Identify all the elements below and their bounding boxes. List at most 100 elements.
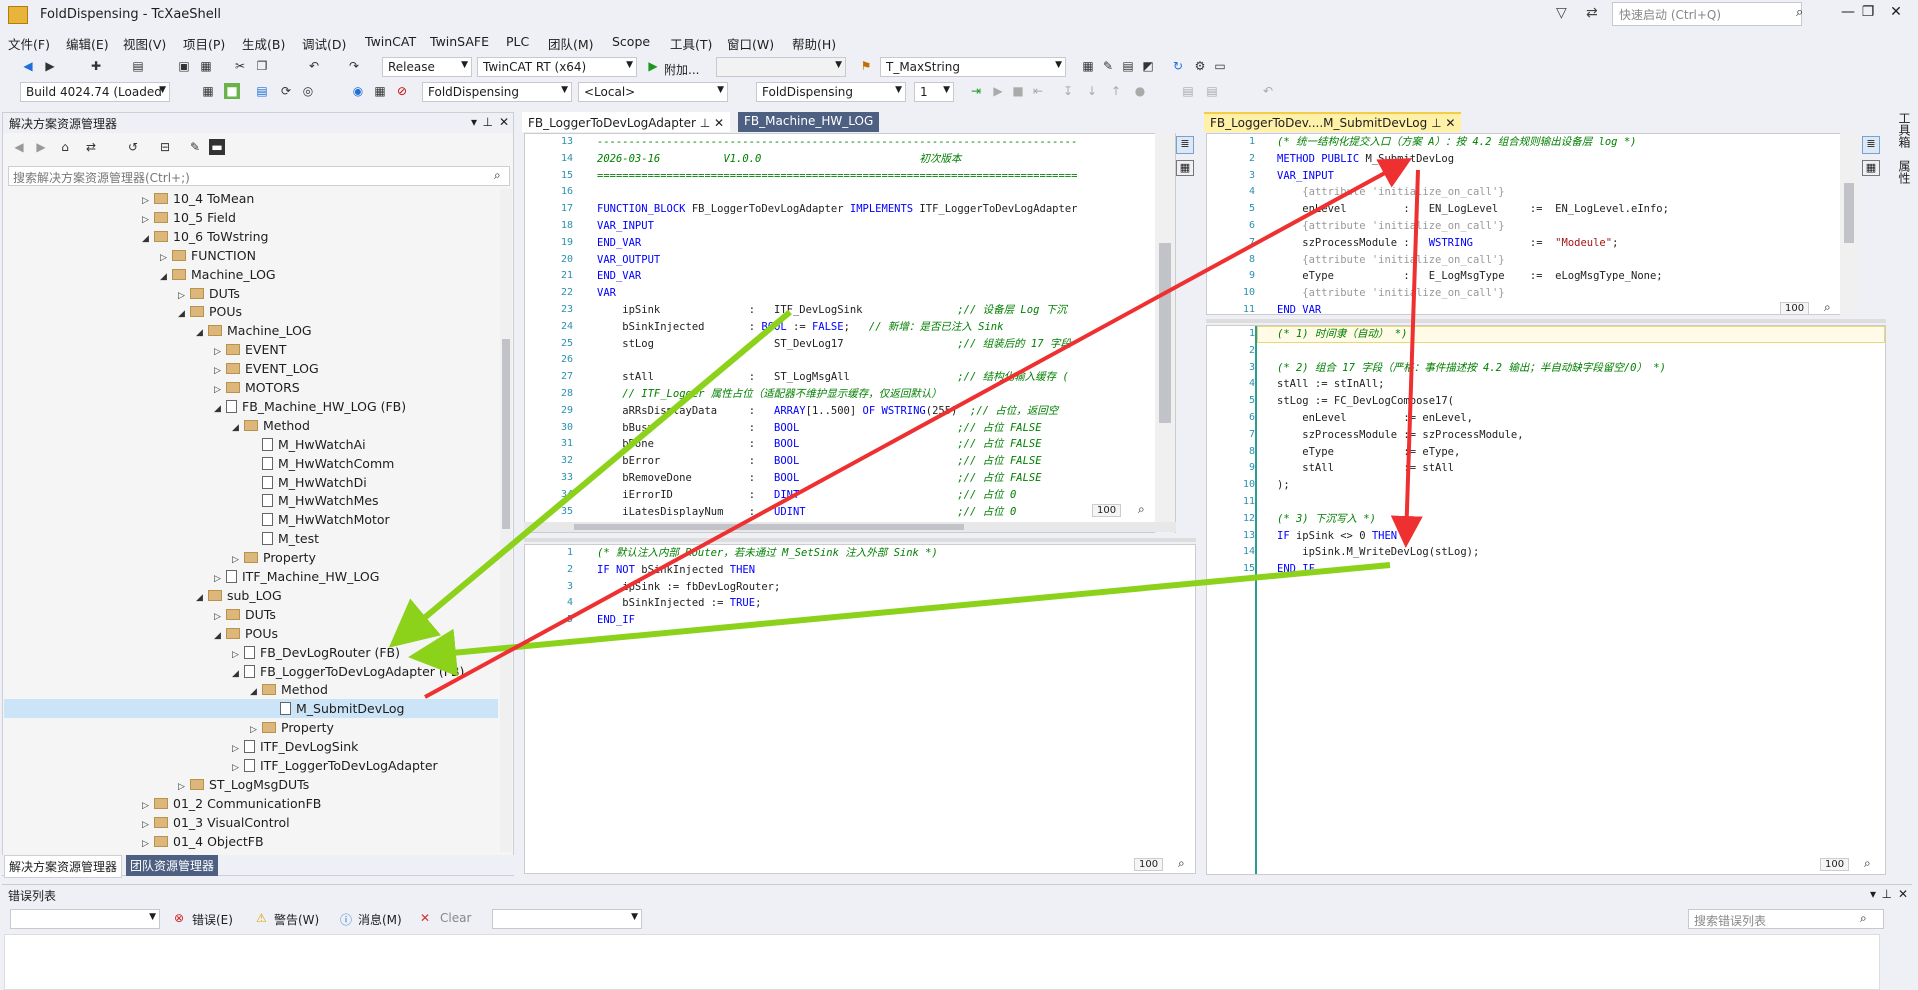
- menu-tools[interactable]: 工具(T): [670, 34, 712, 53]
- error-search-input[interactable]: 搜索错误列表: [1688, 909, 1884, 929]
- tree-item[interactable]: ▷ EVENT_LOG: [4, 359, 498, 378]
- menu-debug[interactable]: 调试(D): [302, 34, 346, 53]
- clear-button[interactable]: Clear: [440, 911, 471, 925]
- zoom-level[interactable]: 100: [1134, 858, 1164, 871]
- menu-help[interactable]: 帮助(H): [792, 34, 836, 53]
- mid-declaration-editor[interactable]: 13 14 15 16 17 18 19 20 21 22 23 24 25 26 27 28 29 30 31 32…: [524, 133, 1176, 533]
- task-select[interactable]: 1 ▼: [914, 82, 954, 102]
- attach-button[interactable]: 附加...: [664, 61, 699, 78]
- tree-item[interactable]: ▷ FB_DevLogRouter (FB): [4, 643, 498, 662]
- stop-icon[interactable]: ■: [1010, 83, 1026, 99]
- build-select[interactable]: Build 4024.74 (Loaded ▼: [20, 82, 170, 102]
- save-icon[interactable]: ▣: [176, 58, 192, 74]
- pin-icon[interactable]: ⊥: [483, 115, 493, 129]
- warnings-filter[interactable]: 警告(W): [274, 911, 319, 928]
- settings-icon[interactable]: ⚙: [1192, 58, 1208, 74]
- tree-item[interactable]: ▷ 01_2 CommunicationFB: [4, 794, 498, 813]
- tree-item[interactable]: ▷ Property: [4, 548, 498, 567]
- login-icon[interactable]: ⇥: [968, 83, 984, 99]
- tree-item[interactable]: ▷ ST_LogMsgDUTs: [4, 775, 498, 794]
- target-icon[interactable]: ◉: [350, 83, 366, 99]
- tree-item[interactable]: ▷ 01_4 ObjectFB: [4, 832, 498, 851]
- declaration-view-icon[interactable]: ≣: [1176, 136, 1194, 154]
- tree-item[interactable]: M_HwWatchMes: [4, 491, 498, 510]
- wrench-icon[interactable]: ✎: [1100, 58, 1116, 74]
- implementation-code[interactable]: (* 1) 时间隶（自动） *) (* 2) 组合 17 字段（严格：事件描述按…: [1277, 326, 1877, 578]
- scrollbar-thumb[interactable]: [1844, 183, 1854, 243]
- error-source-select[interactable]: ▼: [492, 909, 642, 929]
- table-view-icon[interactable]: ▦: [1176, 160, 1194, 176]
- menu-twincat[interactable]: TwinCAT: [365, 34, 416, 49]
- close-icon[interactable]: ✕: [1898, 887, 1908, 901]
- collapsed-arrow-icon[interactable]: ▷: [142, 835, 154, 852]
- platform-select[interactable]: TwinCAT RT (x64) ▼: [477, 57, 637, 77]
- zoom-icon[interactable]: ⌕: [1138, 502, 1145, 517]
- mid-horizontal-scrollbar[interactable]: [524, 522, 1176, 532]
- close-button[interactable]: ✕: [1878, 4, 1914, 20]
- tree-item[interactable]: ◢ sub_LOG: [4, 586, 498, 605]
- tree-item[interactable]: ▷ ITF_DevLogSink: [4, 737, 498, 756]
- tab-toolbox[interactable]: 工具箱: [1896, 112, 1913, 148]
- target-select[interactable]: ▼: [716, 57, 846, 77]
- find-combo[interactable]: T_MaxString ▼: [880, 57, 1066, 77]
- free-run-icon[interactable]: ⊘: [394, 83, 410, 99]
- menu-window[interactable]: 窗口(W): [727, 34, 774, 53]
- forward-icon[interactable]: ▶: [42, 58, 58, 74]
- collapse-all-icon[interactable]: ⊟: [157, 139, 173, 155]
- preview-icon[interactable]: ▬: [209, 139, 225, 155]
- tree-item[interactable]: ▷ ITF_LoggerToDevLogAdapter: [4, 756, 498, 775]
- tree-item[interactable]: ▷ FUNCTION: [4, 246, 498, 265]
- undo-icon[interactable]: ↶: [1260, 83, 1276, 99]
- quick-launch-input[interactable]: 快速启动 (Ctrl+Q): [1612, 2, 1802, 26]
- zoom-level[interactable]: 100: [1780, 302, 1810, 315]
- tree-item[interactable]: ◢ POUs: [4, 302, 498, 321]
- declaration-code[interactable]: ----------------------------------------…: [597, 134, 1167, 520]
- redo-icon[interactable]: ↷: [346, 58, 362, 74]
- window-icon[interactable]: ▭: [1212, 58, 1228, 74]
- config-select[interactable]: Release ▼: [382, 57, 472, 77]
- scan-icon[interactable]: ▤: [254, 83, 270, 99]
- tree-item[interactable]: ▷ DUTs: [4, 605, 498, 624]
- notification-icon[interactable]: ⇄: [1586, 5, 1598, 21]
- declaration-code[interactable]: (* 统一结构化提交入口（方案 A）：按 4.2 组合规则输出设备层 log *…: [1277, 134, 1837, 314]
- mid-vertical-scrollbar[interactable]: [1155, 133, 1175, 533]
- scrollbar-thumb[interactable]: [574, 524, 964, 530]
- write-values-icon[interactable]: ▤: [1180, 83, 1196, 99]
- tree-item[interactable]: ▷ Property: [4, 718, 498, 737]
- menu-edit[interactable]: 编辑(E): [66, 34, 109, 53]
- tree-item[interactable]: M_HwWatchComm: [4, 454, 498, 473]
- close-icon[interactable]: ✕: [499, 115, 509, 129]
- forward-icon[interactable]: ▶: [33, 139, 49, 155]
- route-select[interactable]: <Local> ▼: [578, 82, 728, 102]
- solution-explorer-icon[interactable]: ▦: [1080, 58, 1096, 74]
- zoom-level[interactable]: 100: [1820, 858, 1850, 871]
- menu-scope[interactable]: Scope: [612, 34, 650, 49]
- right-declaration-editor[interactable]: 1 2 3 4 5 6 7 8 9 10 11 (* 统一结构化提交入口（方案 A）：按 4.2 组…: [1206, 133, 1850, 315]
- menu-build[interactable]: 生成(B): [242, 34, 285, 53]
- menu-file[interactable]: 文件(F): [8, 34, 50, 53]
- filter-icon[interactable]: ▽: [1556, 5, 1567, 21]
- copy-icon[interactable]: ❐: [254, 58, 270, 74]
- search-icon[interactable]: ⌕: [1796, 5, 1803, 20]
- sync-icon[interactable]: ⇄: [83, 139, 99, 155]
- show-sub-icon[interactable]: ▦: [372, 83, 388, 99]
- tab-team-explorer[interactable]: 团队资源管理器: [126, 855, 219, 876]
- pin-icon[interactable]: ⊥: [1882, 887, 1892, 901]
- menu-project[interactable]: 项目(P): [183, 34, 225, 53]
- scrollbar-thumb[interactable]: [502, 339, 510, 529]
- mid-implementation-editor[interactable]: 12345 (* 默认注入内部 Router，若未通过 M_SetSink 注入…: [524, 544, 1196, 874]
- implementation-code[interactable]: (* 默认注入内部 Router，若未通过 M_SetSink 注入外部 Sin…: [597, 545, 1187, 629]
- messages-filter[interactable]: 消息(M): [358, 911, 402, 928]
- run-mode-icon[interactable]: ■: [224, 83, 240, 99]
- tree-item[interactable]: M_SubmitDevLog: [4, 699, 498, 719]
- config-mode-icon[interactable]: ◎: [300, 83, 316, 99]
- tree-item[interactable]: ◢ POUs: [4, 624, 498, 643]
- tree-item[interactable]: ▷ ITF_Machine_HW_LOG: [4, 567, 498, 586]
- tab-properties[interactable]: 属性: [1896, 160, 1913, 184]
- project-select[interactable]: FoldDispensing ▼: [422, 82, 572, 102]
- pin-icon[interactable]: ⊥: [700, 116, 710, 130]
- tree-item[interactable]: ◢ FB_LoggerToDevLogAdapter (FB): [4, 662, 498, 681]
- tree-scrollbar[interactable]: [500, 189, 512, 852]
- tree-item[interactable]: ▷ 01_3 VisualControl: [4, 813, 498, 832]
- tree-item[interactable]: ▷ 10_5 Field: [4, 208, 498, 227]
